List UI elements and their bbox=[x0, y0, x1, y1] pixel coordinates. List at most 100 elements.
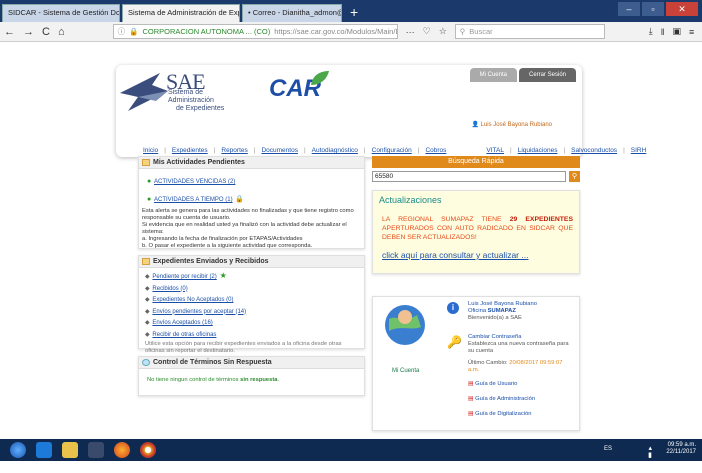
updates-line1: LA REGIONAL SUMAPAZ TIENE bbox=[382, 216, 502, 223]
my-account-label[interactable]: Mi Cuenta bbox=[392, 368, 419, 374]
receive-other-offices-link[interactable]: Recibir de otras oficinas bbox=[152, 332, 216, 338]
bullet-icon: ● bbox=[147, 196, 152, 203]
received-link[interactable]: Recibidos (0) bbox=[152, 286, 187, 292]
tab-sae[interactable]: Sistema de Administración de Exp× bbox=[122, 4, 240, 22]
control-terms-panel: Control de Términos Sin Respuesta No tie… bbox=[138, 356, 365, 396]
chrome-icon[interactable] bbox=[140, 442, 156, 458]
url-text[interactable]: https://sae.car.gov.co/Modulos/Main/Defa… bbox=[274, 27, 396, 36]
menu-cobros[interactable]: Cobros bbox=[425, 147, 446, 154]
panel-title: Expedientes Enviados y Recibidos bbox=[139, 256, 364, 268]
file-explorer-icon[interactable] bbox=[62, 442, 78, 458]
pending-text-line: b. O pasar el expediente a la siguiente … bbox=[142, 243, 313, 249]
info-icon[interactable]: ⓘ bbox=[118, 26, 126, 37]
quick-search-input[interactable]: 65580 bbox=[372, 171, 566, 182]
updates-count: 29 EXPEDIENTES bbox=[509, 216, 573, 223]
menu-salvoconductos[interactable]: Salvoconductos bbox=[571, 147, 617, 154]
pending-text-line: a. Ingresando la fecha de finalización p… bbox=[142, 236, 303, 242]
menu-inicio[interactable]: Inicio bbox=[143, 147, 158, 154]
reload-button[interactable]: C bbox=[42, 26, 50, 38]
tab-sidcar[interactable]: SIDCAR - Sistema de Gestión Docu× bbox=[2, 4, 120, 22]
menu-vital[interactable]: VITAL bbox=[486, 147, 504, 154]
library-icon[interactable]: ‖ bbox=[661, 27, 665, 37]
sidebar-icon[interactable]: ▣ bbox=[672, 26, 681, 37]
minimize-button[interactable]: – bbox=[618, 2, 640, 16]
tray-icons[interactable]: ▴ ▮ ▭ ◂) bbox=[645, 445, 652, 473]
accepted-link[interactable]: Envíos Aceptados (16) bbox=[152, 320, 212, 326]
ie-icon[interactable] bbox=[36, 442, 52, 458]
window-close-button[interactable]: ✕ bbox=[666, 2, 698, 16]
lock-icon: 🔒 bbox=[129, 27, 139, 36]
logout-tab[interactable]: Cerrar Sesión bbox=[518, 68, 576, 82]
system-tray: ES ▴ ▮ ▭ ◂) 09:59 a.m. 22/11/2017 bbox=[604, 442, 696, 473]
pocket-icon[interactable]: ♡ bbox=[423, 26, 431, 37]
control-message: No tiene ningun control de términos sin … bbox=[147, 377, 280, 383]
guides-list: ▤ Guía de Usuario ▤ Guía de Administraci… bbox=[468, 377, 535, 422]
leaf-icon bbox=[311, 71, 329, 85]
updates-panel: Actualizaciones LA REGIONAL SUMAPAZ TIEN… bbox=[372, 190, 580, 274]
quick-search-button[interactable]: ⚲ bbox=[569, 171, 580, 182]
change-password-link[interactable]: Cambiar Contraseña bbox=[468, 334, 573, 341]
car-logo[interactable]: CAR bbox=[269, 71, 329, 103]
globe-icon[interactable] bbox=[381, 301, 431, 347]
maximize-button[interactable]: ▫ bbox=[642, 2, 664, 16]
user-guide-link[interactable]: Guía de Usuario bbox=[475, 381, 517, 387]
home-button[interactable]: ⌂ bbox=[58, 26, 65, 38]
search-input[interactable]: ⚲ Buscar bbox=[454, 24, 605, 39]
pending-activities-panel: Mis Actividades Pendientes ● ACTIVIDADES… bbox=[138, 156, 365, 249]
user-icon: 👤 bbox=[471, 122, 479, 128]
folder-icon bbox=[142, 258, 150, 265]
ontime-activities-link[interactable]: ACTIVIDADES A TIEMPO (1) bbox=[154, 197, 233, 203]
admin-guide-link[interactable]: Guía de Administración bbox=[475, 396, 535, 402]
control-text: No tiene ningun control de términos bbox=[147, 377, 239, 383]
tab-correo[interactable]: • Correo - Dianitha_admon@ho× bbox=[242, 4, 342, 22]
taskbar: ES ▴ ▮ ▭ ◂) 09:59 a.m. 22/11/2017 bbox=[0, 439, 702, 473]
new-tab-button[interactable]: + bbox=[344, 4, 364, 22]
firefox-icon[interactable] bbox=[114, 442, 130, 458]
menu-documentos[interactable]: Documentos bbox=[261, 147, 298, 154]
panel-title: Control de Términos Sin Respuesta bbox=[139, 357, 364, 369]
sent-links: ◆ Pendiente por recibir (2) ★ ◆ Recibido… bbox=[145, 271, 247, 338]
back-button[interactable]: ← bbox=[4, 26, 15, 38]
sent-received-panel: Expedientes Enviados y Recibidos ◆ Pendi… bbox=[138, 255, 365, 354]
page-actions-button[interactable]: ··· bbox=[406, 27, 415, 37]
sae-subtitle: Sistema de Administración de Expedientes bbox=[168, 89, 234, 113]
menu-configuracion[interactable]: Configuración bbox=[372, 147, 412, 154]
pending-receive-link[interactable]: Pendiente por recibir (2) bbox=[152, 274, 216, 280]
clock-time[interactable]: 09:59 a.m. bbox=[666, 442, 696, 449]
current-user[interactable]: 👤 Luis José Bayona Rubiano bbox=[471, 121, 552, 128]
password-section: Cambiar Contraseña Establezca una nueva … bbox=[468, 334, 573, 374]
address-bar[interactable]: ⓘ 🔒 CORPORACION AUTONOMA ... (CO) https:… bbox=[112, 24, 398, 39]
menu-icon[interactable]: ≡ bbox=[689, 27, 694, 37]
start-button[interactable] bbox=[10, 442, 26, 458]
change-password-desc: Establezca una nueva contraseña para su … bbox=[468, 341, 569, 354]
language-indicator[interactable]: ES bbox=[604, 446, 612, 453]
pending-accept-link[interactable]: Envíos pendientes por aceptar (14) bbox=[152, 309, 246, 315]
menu-reportes[interactable]: Reportes bbox=[221, 147, 247, 154]
search-icon: ⚲ bbox=[459, 27, 466, 36]
account-tabs: Mi Cuenta Cerrar Sesión bbox=[469, 68, 576, 82]
forward-button[interactable]: → bbox=[23, 26, 34, 38]
my-account-tab[interactable]: Mi Cuenta bbox=[469, 68, 517, 82]
site-identity[interactable]: CORPORACION AUTONOMA ... (CO) bbox=[142, 27, 270, 36]
digitization-guide-link[interactable]: Guía de Digitalización bbox=[475, 411, 531, 417]
office-label: Oficina bbox=[468, 308, 487, 314]
office-name: SUMAPAZ bbox=[487, 308, 516, 314]
update-link[interactable]: click aquí para consultar y actualizar .… bbox=[373, 242, 579, 260]
sae-logo[interactable]: SAE Sistema de Administración de Expedie… bbox=[120, 65, 234, 115]
media-player-icon[interactable] bbox=[88, 442, 104, 458]
clock-date[interactable]: 22/11/2017 bbox=[666, 449, 696, 456]
account-info: Luis José Bayona Rubiano Oficina SUMAPAZ… bbox=[468, 301, 537, 322]
menu-liquidaciones[interactable]: Liquidaciones bbox=[518, 147, 558, 154]
sae-logo-mark bbox=[120, 73, 168, 111]
not-accepted-link[interactable]: Expedientes No Aceptados (0) bbox=[152, 297, 233, 303]
menu-expedientes[interactable]: Expedientes bbox=[172, 147, 208, 154]
pending-text-line: Si evidencia que en realidad usted ya fi… bbox=[142, 222, 347, 235]
download-icon[interactable]: ⤓ bbox=[649, 26, 653, 37]
menu-autodiagnostico[interactable]: Autodiagnóstico bbox=[312, 147, 358, 154]
new-star-icon: ★ bbox=[219, 271, 227, 280]
overdue-activities-link[interactable]: ACTIVIDADES VENCIDAS (2) bbox=[154, 179, 235, 185]
pdf-icon: ▤ bbox=[468, 411, 474, 417]
menu-sirh[interactable]: SIRH bbox=[631, 147, 647, 154]
bookmark-star-icon[interactable]: ☆ bbox=[439, 26, 447, 37]
pending-links: ● ACTIVIDADES VENCIDAS (2) ● ACTIVIDADES… bbox=[139, 169, 364, 204]
